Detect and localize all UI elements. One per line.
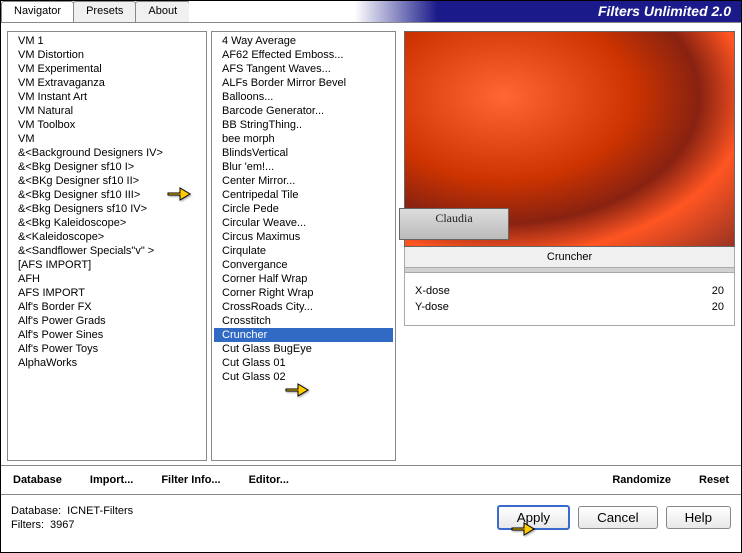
list-item[interactable]: VM 1 [10,34,204,48]
help-button[interactable]: Help [666,506,731,529]
list-item[interactable]: Balloons... [214,90,393,104]
filters-label: Filters: [11,519,44,531]
list-item[interactable]: 4 Way Average [214,34,393,48]
list-item[interactable]: [AFS IMPORT] [10,258,204,272]
list-item[interactable]: AFS IMPORT [10,286,204,300]
list-item[interactable]: &<Bkg Designer sf10 I> [10,160,204,174]
tab-bar: Navigator Presets About [1,1,189,23]
filters-value: 3967 [50,519,74,531]
filter-info-button[interactable]: Filter Info... [157,472,224,488]
list-item[interactable]: BlindsVertical [214,146,393,160]
list-item[interactable]: Blur 'em!... [214,160,393,174]
editor-button[interactable]: Editor... [245,472,293,488]
list-item[interactable]: VM Extravaganza [10,76,204,90]
list-item[interactable]: Circular Weave... [214,216,393,230]
list-item[interactable]: VM [10,132,204,146]
param-value: 20 [712,285,724,297]
filter-name-label: Cruncher [404,247,735,267]
param-label: X-dose [415,285,450,297]
list-item[interactable]: VM Natural [10,104,204,118]
param-row[interactable]: X-dose 20 [411,283,728,299]
list-item[interactable]: VM Instant Art [10,90,204,104]
randomize-button[interactable]: Randomize [608,472,675,488]
list-item[interactable]: ALFs Border Mirror Bevel [214,76,393,90]
list-item[interactable]: AFS Tangent Waves... [214,62,393,76]
list-item[interactable]: Centripedal Tile [214,188,393,202]
list-item[interactable]: Barcode Generator... [214,104,393,118]
list-item[interactable]: Corner Half Wrap [214,272,393,286]
import-button[interactable]: Import... [86,472,137,488]
list-item[interactable]: &<Bkg Kaleidoscope> [10,216,204,230]
list-item[interactable]: Circus Maximus [214,230,393,244]
list-item[interactable]: CrossRoads City... [214,300,393,314]
list-item[interactable]: AFH [10,272,204,286]
list-item[interactable]: Cut Glass 01 [214,356,393,370]
database-value: ICNET-Filters [67,505,133,517]
param-label: Y-dose [415,301,449,313]
list-item[interactable]: Alf's Power Toys [10,342,204,356]
list-item[interactable]: &<Sandflower Specials"v" > [10,244,204,258]
database-button[interactable]: Database [9,472,66,488]
preview-image: Claudia [404,31,735,247]
parameter-panel: X-dose 20 Y-dose 20 [404,273,735,326]
list-item[interactable]: Alf's Border FX [10,300,204,314]
cancel-button[interactable]: Cancel [578,506,658,529]
list-item[interactable]: VM Toolbox [10,118,204,132]
list-item[interactable]: VM Distortion [10,48,204,62]
tab-about[interactable]: About [135,1,190,22]
list-item[interactable]: &<Kaleidoscope> [10,230,204,244]
list-item[interactable]: bee morph [214,132,393,146]
list-item[interactable]: Convergance [214,258,393,272]
list-item[interactable]: Circle Pede [214,202,393,216]
tab-presets[interactable]: Presets [73,1,136,22]
list-item[interactable]: &<BKg Designer sf10 II> [10,174,204,188]
database-label: Database: [11,505,61,517]
tab-navigator[interactable]: Navigator [1,1,74,22]
list-item[interactable]: Center Mirror... [214,174,393,188]
list-item[interactable]: AlphaWorks [10,356,204,370]
list-item[interactable]: Cirqulate [214,244,393,258]
param-value: 20 [712,301,724,313]
list-item[interactable]: VM Experimental [10,62,204,76]
param-row[interactable]: Y-dose 20 [411,299,728,315]
apply-button[interactable]: Apply [497,505,570,530]
toolbar: Database Import... Filter Info... Editor… [1,465,741,494]
filter-list[interactable]: 4 Way AverageAF62 Effected Emboss...AFS … [211,31,396,461]
title-bar: Filters Unlimited 2.0 [189,1,741,23]
list-item[interactable]: AF62 Effected Emboss... [214,48,393,62]
list-item[interactable]: Corner Right Wrap [214,286,393,300]
category-list[interactable]: VM 1VM DistortionVM ExperimentalVM Extra… [7,31,207,461]
list-item[interactable]: &<Background Designers IV> [10,146,204,160]
list-item[interactable]: &<Bkg Designers sf10 IV> [10,202,204,216]
list-item[interactable]: Cruncher [214,328,393,342]
list-item[interactable]: Cut Glass 02 [214,370,393,384]
list-item[interactable]: Crosstitch [214,314,393,328]
list-item[interactable]: &<Bkg Designer sf10 III> [10,188,204,202]
list-item[interactable]: Alf's Power Grads [10,314,204,328]
footer: Database: ICNET-Filters Filters: 3967 Ap… [1,494,741,540]
list-item[interactable]: Alf's Power Sines [10,328,204,342]
list-item[interactable]: BB StringThing.. [214,118,393,132]
watermark: Claudia [399,208,509,240]
list-item[interactable]: Cut Glass BugEye [214,342,393,356]
reset-button[interactable]: Reset [695,472,733,488]
